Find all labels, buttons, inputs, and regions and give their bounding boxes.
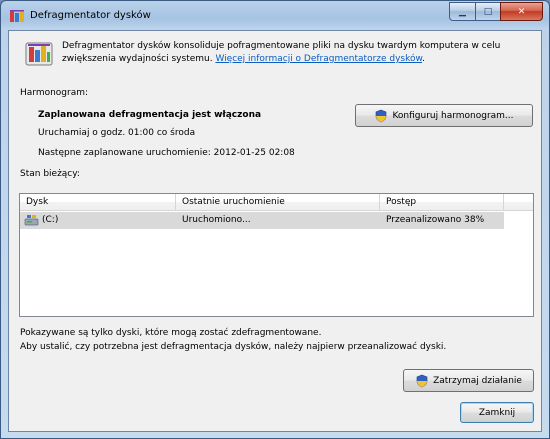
- row-progress: Przeanalizowano 38%: [386, 215, 485, 225]
- row-disk: (C:): [42, 215, 59, 225]
- intro-line-2-end: .: [422, 54, 425, 64]
- schedule-section-label: Harmonogram:: [20, 88, 89, 98]
- configure-schedule-button[interactable]: Konfiguruj harmonogram...: [355, 104, 533, 127]
- current-section-label: Stan bieżący:: [20, 169, 80, 179]
- stop-operation-button[interactable]: Zatrzymaj działanie: [403, 369, 534, 392]
- close-window-button[interactable]: ✕: [500, 2, 543, 21]
- intro-line-2: zwiększenia wydajności systemu. Więcej i…: [62, 54, 425, 64]
- disk-list[interactable]: Dysk Ostatnie uruchomienie Postęp (C:) U…: [19, 193, 534, 317]
- close-button-label: Zamknij: [478, 407, 516, 418]
- close-icon: ✕: [517, 6, 526, 17]
- column-header-disk[interactable]: Dysk: [20, 194, 176, 211]
- caption-buttons: ▁ □ ✕: [449, 2, 543, 21]
- disk-list-header: Dysk Ostatnie uruchomienie Postęp: [20, 194, 533, 211]
- table-row[interactable]: (C:) Uruchomiono... Przeanalizowano 38%: [20, 212, 504, 229]
- uac-shield-icon: [416, 374, 428, 387]
- title-bar[interactable]: Defragmentator dysków ▁ □ ✕: [1, 1, 549, 31]
- schedule-next-run: Następne zaplanowane uruchomienie: 2012-…: [38, 148, 295, 158]
- column-header-filler: [504, 194, 533, 211]
- uac-shield-icon: [376, 109, 387, 122]
- close-button[interactable]: Zamknij: [460, 402, 534, 423]
- maximize-icon: □: [483, 6, 493, 17]
- schedule-run-at: Uruchamiaj o godz. 01:00 co środa: [38, 128, 196, 138]
- defrag-window: Defragmentator dysków ▁ □ ✕ Defragmentat…: [0, 0, 550, 439]
- window-title: Defragmentator dysków: [30, 10, 151, 21]
- configure-schedule-label: Konfiguruj harmonogram...: [392, 110, 514, 121]
- dialog-client-area: Defragmentator dysków konsoliduje pofrag…: [8, 30, 542, 432]
- column-header-last-run[interactable]: Ostatnie uruchomienie: [176, 194, 380, 211]
- maximize-button[interactable]: □: [475, 2, 500, 21]
- footer-note-1: Pokazywane są tylko dyski, które mogą zo…: [20, 328, 322, 338]
- schedule-status: Zaplanowana defragmentacja jest włączona: [38, 110, 262, 120]
- footer-note-2: Aby ustalić, czy potrzebna jest defragme…: [20, 342, 447, 352]
- row-last-run: Uruchomiono...: [182, 215, 251, 225]
- minimize-button[interactable]: ▁: [449, 2, 475, 21]
- intro-line-1: Defragmentator dysków konsoliduje pofrag…: [62, 41, 501, 51]
- intro-line-2-text: zwiększenia wydajności systemu.: [62, 54, 216, 64]
- hard-disk-icon: [24, 215, 39, 226]
- more-info-link[interactable]: Więcej informacji o Defragmentatorze dys…: [215, 54, 422, 64]
- defrag-app-icon: [10, 10, 24, 22]
- column-header-progress[interactable]: Postęp: [380, 194, 504, 211]
- defrag-app-icon: [25, 42, 53, 66]
- minimize-icon: ▁: [459, 6, 466, 17]
- stop-operation-label: Zatrzymaj działanie: [433, 375, 522, 386]
